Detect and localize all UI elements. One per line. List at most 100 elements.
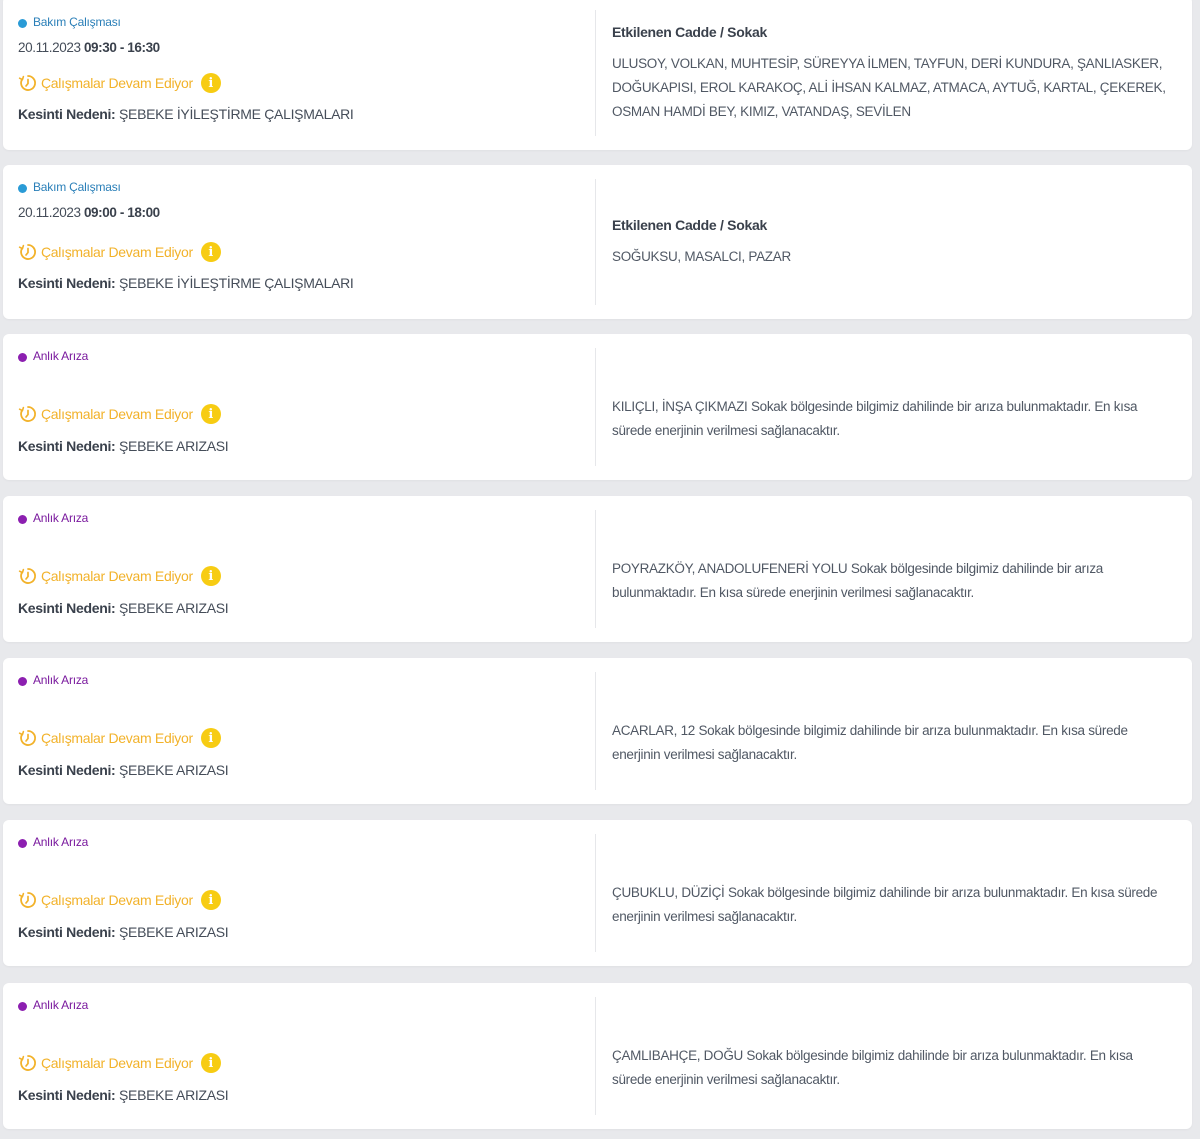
info-icon[interactable]: i bbox=[200, 566, 221, 586]
divider bbox=[595, 348, 596, 466]
streets-heading: Etkilenen Cadde / Sokak bbox=[612, 24, 767, 40]
outage-date: 20.11.2023 bbox=[18, 40, 81, 55]
outage-time: 09:00 - 18:00 bbox=[83, 205, 160, 220]
outage-summary: Anlık Arıza Çalışmalar Devam Ediyor i Ke… bbox=[18, 496, 593, 642]
streets-heading: Etkilenen Cadde / Sokak bbox=[612, 217, 767, 233]
status: Çalışmalar Devam Ediyor i bbox=[18, 241, 221, 263]
outage-list: Bakım Çalışması 20.11.2023 09:30 - 16:30… bbox=[0, 0, 1200, 1139]
divider bbox=[595, 672, 596, 790]
clock-refresh-icon bbox=[18, 566, 38, 586]
streets-text: POYRAZKÖY, ANADOLUFENERİ YOLU Sokak bölg… bbox=[612, 561, 1103, 600]
outage-type-label: Bakım Çalışması bbox=[33, 15, 121, 29]
divider bbox=[595, 834, 596, 952]
clock-refresh-icon bbox=[18, 890, 38, 910]
outage-summary: Bakım Çalışması 20.11.2023 09:00 - 18:00… bbox=[18, 165, 593, 319]
outage-reason: Kesinti Nedeni: ŞEBEKE ARIZASI bbox=[18, 600, 229, 616]
info-icon[interactable]: i bbox=[200, 73, 221, 93]
outage-reason: Kesinti Nedeni: ŞEBEKE ARIZASI bbox=[18, 924, 229, 940]
reason-value: ŞEBEKE ARIZASI bbox=[119, 1087, 229, 1103]
streets-text: ÇUBUKLU, DÜZİÇİ Sokak bölgesinde bilgimi… bbox=[612, 885, 1158, 924]
outage-type: Anlık Arıza bbox=[18, 834, 88, 850]
outage-card: Anlık Arıza Çalışmalar Devam Ediyor i Ke… bbox=[3, 820, 1192, 966]
info-icon[interactable]: i bbox=[200, 728, 221, 748]
reason-label: Kesinti Nedeni: bbox=[18, 1087, 116, 1103]
outage-type: Bakım Çalışması bbox=[18, 14, 121, 30]
streets-text: ACARLAR, 12 Sokak bölgesinde bilgimiz da… bbox=[612, 723, 1128, 762]
streets-text: ULUSOY, VOLKAN, MUHTESİP, SÜREYYA İLMEN,… bbox=[612, 56, 1166, 119]
status-label: Çalışmalar Devam Ediyor bbox=[41, 406, 193, 422]
status-label: Çalışmalar Devam Ediyor bbox=[41, 75, 193, 91]
outage-card: Anlık Arıza Çalışmalar Devam Ediyor i Ke… bbox=[3, 496, 1192, 642]
clock-refresh-icon bbox=[18, 1053, 38, 1073]
affected-streets: POYRAZKÖY, ANADOLUFENERİ YOLU Sokak bölg… bbox=[612, 557, 1168, 605]
reason-label: Kesinti Nedeni: bbox=[18, 762, 116, 778]
status-label: Çalışmalar Devam Ediyor bbox=[41, 892, 193, 908]
affected-streets: KILIÇLI, İNŞA ÇIKMAZI Sokak bölgesinde b… bbox=[612, 395, 1168, 443]
outage-date: 20.11.2023 bbox=[18, 205, 81, 220]
info-icon[interactable]: i bbox=[200, 404, 221, 424]
info-icon[interactable]: i bbox=[200, 1053, 221, 1073]
outage-summary: Bakım Çalışması 20.11.2023 09:30 - 16:30… bbox=[18, 0, 593, 150]
affected-streets: ÇAMLIBAHÇE, DOĞU Sokak bölgesinde bilgim… bbox=[612, 1044, 1168, 1092]
status-label: Çalışmalar Devam Ediyor bbox=[41, 1055, 193, 1071]
clock-refresh-icon bbox=[18, 242, 38, 262]
reason-label: Kesinti Nedeni: bbox=[18, 275, 116, 291]
affected-streets: ACARLAR, 12 Sokak bölgesinde bilgimiz da… bbox=[612, 719, 1168, 767]
divider bbox=[595, 510, 596, 628]
outage-type-label: Anlık Arıza bbox=[33, 998, 89, 1012]
outage-type: Anlık Arıza bbox=[18, 510, 88, 526]
info-icon[interactable]: i bbox=[200, 242, 221, 262]
outage-card: Anlık Arıza Çalışmalar Devam Ediyor i Ke… bbox=[3, 334, 1192, 480]
status-label: Çalışmalar Devam Ediyor bbox=[41, 730, 193, 746]
outage-summary: Anlık Arıza Çalışmalar Devam Ediyor i Ke… bbox=[18, 334, 593, 480]
clock-refresh-icon bbox=[18, 73, 38, 93]
divider bbox=[595, 997, 596, 1115]
outage-type: Bakım Çalışması bbox=[18, 179, 121, 195]
outage-type: Anlık Arıza bbox=[18, 348, 88, 364]
outage-type-label: Anlık Arıza bbox=[33, 673, 89, 687]
status: Çalışmalar Devam Ediyor i bbox=[18, 565, 221, 587]
streets-text: ÇAMLIBAHÇE, DOĞU Sokak bölgesinde bilgim… bbox=[612, 1048, 1133, 1087]
reason-value: ŞEBEKE İYİLEŞTİRME ÇALIŞMALARI bbox=[119, 106, 354, 122]
divider bbox=[595, 179, 596, 305]
reason-label: Kesinti Nedeni: bbox=[18, 106, 116, 122]
outage-summary: Anlık Arıza Çalışmalar Devam Ediyor i Ke… bbox=[18, 820, 593, 966]
outage-date-time: 20.11.2023 09:30 - 16:30 bbox=[18, 40, 160, 55]
outage-card: Bakım Çalışması 20.11.2023 09:30 - 16:30… bbox=[3, 0, 1192, 150]
clock-refresh-icon bbox=[18, 404, 38, 424]
reason-label: Kesinti Nedeni: bbox=[18, 924, 116, 940]
outage-card: Anlık Arıza Çalışmalar Devam Ediyor i Ke… bbox=[3, 983, 1192, 1129]
outage-card: Anlık Arıza Çalışmalar Devam Ediyor i Ke… bbox=[3, 658, 1192, 804]
dot-icon bbox=[18, 352, 27, 362]
outage-reason: Kesinti Nedeni: ŞEBEKE İYİLEŞTİRME ÇALIŞ… bbox=[18, 275, 354, 291]
outage-summary: Anlık Arıza Çalışmalar Devam Ediyor i Ke… bbox=[18, 658, 593, 804]
clock-refresh-icon bbox=[18, 728, 38, 748]
reason-value: ŞEBEKE İYİLEŞTİRME ÇALIŞMALARI bbox=[119, 275, 354, 291]
status: Çalışmalar Devam Ediyor i bbox=[18, 889, 221, 911]
status-label: Çalışmalar Devam Ediyor bbox=[41, 244, 193, 260]
info-icon[interactable]: i bbox=[200, 890, 221, 910]
status: Çalışmalar Devam Ediyor i bbox=[18, 72, 221, 94]
dot-icon bbox=[18, 514, 27, 524]
affected-streets: Etkilenen Cadde / Sokak ULUSOY, VOLKAN, … bbox=[612, 24, 1168, 124]
outage-reason: Kesinti Nedeni: ŞEBEKE ARIZASI bbox=[18, 438, 229, 454]
streets-text: KILIÇLI, İNŞA ÇIKMAZI Sokak bölgesinde b… bbox=[612, 399, 1138, 438]
streets-text: SOĞUKSU, MASALCI, PAZAR bbox=[612, 249, 791, 264]
reason-value: ŞEBEKE ARIZASI bbox=[119, 600, 229, 616]
outage-time: 09:30 - 16:30 bbox=[83, 40, 160, 55]
outage-date-time: 20.11.2023 09:00 - 18:00 bbox=[18, 205, 160, 220]
status: Çalışmalar Devam Ediyor i bbox=[18, 727, 221, 749]
dot-icon bbox=[18, 838, 27, 848]
outage-reason: Kesinti Nedeni: ŞEBEKE İYİLEŞTİRME ÇALIŞ… bbox=[18, 106, 354, 122]
outage-type-label: Bakım Çalışması bbox=[33, 180, 121, 194]
reason-value: ŞEBEKE ARIZASI bbox=[119, 438, 229, 454]
status-label: Çalışmalar Devam Ediyor bbox=[41, 568, 193, 584]
divider bbox=[595, 10, 596, 136]
dot-icon bbox=[18, 183, 27, 193]
dot-icon bbox=[18, 18, 27, 28]
reason-label: Kesinti Nedeni: bbox=[18, 438, 116, 454]
outage-summary: Anlık Arıza Çalışmalar Devam Ediyor i Ke… bbox=[18, 983, 593, 1129]
affected-streets: Etkilenen Cadde / Sokak SOĞUKSU, MASALCI… bbox=[612, 217, 1168, 269]
outage-reason: Kesinti Nedeni: ŞEBEKE ARIZASI bbox=[18, 762, 229, 778]
outage-type-label: Anlık Arıza bbox=[33, 835, 89, 849]
